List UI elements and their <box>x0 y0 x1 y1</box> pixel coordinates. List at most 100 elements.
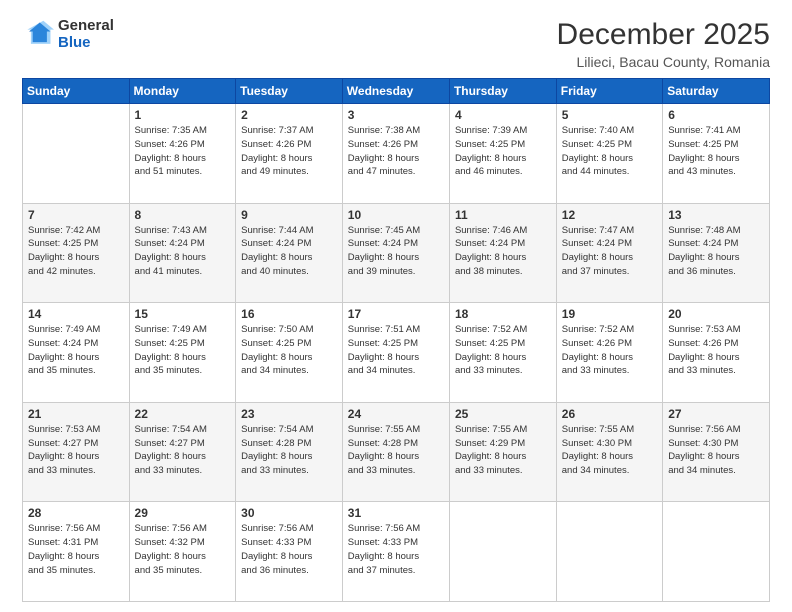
day-number: 19 <box>562 307 657 321</box>
calendar-cell: 12Sunrise: 7:47 AMSunset: 4:24 PMDayligh… <box>556 203 662 303</box>
day-number: 15 <box>135 307 231 321</box>
day-number: 7 <box>28 208 124 222</box>
day-info: Sunrise: 7:54 AMSunset: 4:28 PMDaylight:… <box>241 423 337 478</box>
day-number: 26 <box>562 407 657 421</box>
day-info: Sunrise: 7:56 AMSunset: 4:32 PMDaylight:… <box>135 522 231 577</box>
day-number: 6 <box>668 108 764 122</box>
day-number: 28 <box>28 506 124 520</box>
calendar-cell: 8Sunrise: 7:43 AMSunset: 4:24 PMDaylight… <box>129 203 236 303</box>
calendar-cell: 20Sunrise: 7:53 AMSunset: 4:26 PMDayligh… <box>663 303 770 403</box>
calendar-cell: 2 Sunrise: 7:37 AMSunset: 4:26 PMDaylight… <box>236 104 343 204</box>
title-block: December 2025 Lilieci, Bacau County, Rom… <box>557 18 770 70</box>
day-number: 31 <box>348 506 444 520</box>
calendar-cell: 30 Sunrise: 7:56 AMSunset: 4:33 PMDayligh… <box>236 502 343 602</box>
day-number: 10 <box>348 208 444 222</box>
day-number: 4 <box>455 108 551 122</box>
calendar-cell: 28 Sunrise: 7:56 AMSunset: 4:31 PMDayligh… <box>23 502 130 602</box>
calendar: SundayMondayTuesdayWednesdayThursdayFrid… <box>22 78 770 602</box>
logo-text: General Blue <box>58 18 114 51</box>
day-number: 20 <box>668 307 764 321</box>
day-info: Sunrise: 7:40 AMSunset: 4:25 PMDaylight:… <box>562 124 657 179</box>
day-info: Sunrise: 7:54 AMSunset: 4:27 PMDaylight:… <box>135 423 231 478</box>
day-info: Sunrise: 7:50 AMSunset: 4:25 PMDaylight:… <box>241 323 337 378</box>
day-number: 23 <box>241 407 337 421</box>
calendar-cell: 25Sunrise: 7:55 AMSunset: 4:29 PMDayligh… <box>449 402 556 502</box>
day-info: Sunrise: 7:47 AMSunset: 4:24 PMDaylight:… <box>562 224 657 279</box>
day-info: Sunrise: 7:37 AMSunset: 4:26 PMDaylight:… <box>241 124 337 179</box>
day-info: Sunrise: 7:52 AMSunset: 4:25 PMDaylight:… <box>455 323 551 378</box>
day-info: Sunrise: 7:42 AMSunset: 4:25 PMDaylight:… <box>28 224 124 279</box>
day-number: 2 <box>241 108 337 122</box>
day-header-friday: Friday <box>556 79 662 104</box>
calendar-cell: 27 Sunrise: 7:56 AMSunset: 4:30 PMDayligh… <box>663 402 770 502</box>
calendar-cell: 17 Sunrise: 7:51 AMSunset: 4:25 PMDayligh… <box>342 303 449 403</box>
calendar-cell: 10 Sunrise: 7:45 AMSunset: 4:24 PMDayligh… <box>342 203 449 303</box>
day-info: Sunrise: 7:56 AMSunset: 4:31 PMDaylight:… <box>28 522 124 577</box>
day-info: Sunrise: 7:49 AMSunset: 4:25 PMDaylight:… <box>135 323 231 378</box>
day-info: Sunrise: 7:51 AMSunset: 4:25 PMDaylight:… <box>348 323 444 378</box>
day-info: Sunrise: 7:55 AMSunset: 4:28 PMDaylight:… <box>348 423 444 478</box>
calendar-cell: 31 Sunrise: 7:56 AMSunset: 4:33 PMDayligh… <box>342 502 449 602</box>
calendar-cell: 3 Sunrise: 7:38 AMSunset: 4:26 PMDaylight… <box>342 104 449 204</box>
day-info: Sunrise: 7:56 AMSunset: 4:30 PMDaylight:… <box>668 423 764 478</box>
day-number: 21 <box>28 407 124 421</box>
week-row-1: 7 Sunrise: 7:42 AMSunset: 4:25 PMDaylight… <box>23 203 770 303</box>
calendar-cell: 7 Sunrise: 7:42 AMSunset: 4:25 PMDaylight… <box>23 203 130 303</box>
calendar-cell: 9 Sunrise: 7:44 AMSunset: 4:24 PMDaylight… <box>236 203 343 303</box>
day-header-sunday: Sunday <box>23 79 130 104</box>
calendar-cell <box>449 502 556 602</box>
day-number: 17 <box>348 307 444 321</box>
day-number: 29 <box>135 506 231 520</box>
page: General Blue December 2025 Lilieci, Baca… <box>0 0 792 612</box>
day-info: Sunrise: 7:35 AMSunset: 4:26 PMDaylight:… <box>135 124 231 179</box>
day-header-tuesday: Tuesday <box>236 79 343 104</box>
day-info: Sunrise: 7:41 AMSunset: 4:25 PMDaylight:… <box>668 124 764 179</box>
calendar-cell: 26Sunrise: 7:55 AMSunset: 4:30 PMDayligh… <box>556 402 662 502</box>
calendar-cell <box>663 502 770 602</box>
day-number: 9 <box>241 208 337 222</box>
calendar-cell: 18Sunrise: 7:52 AMSunset: 4:25 PMDayligh… <box>449 303 556 403</box>
logo-icon <box>22 19 54 51</box>
week-row-0: 1 Sunrise: 7:35 AMSunset: 4:26 PMDaylight… <box>23 104 770 204</box>
day-info: Sunrise: 7:45 AMSunset: 4:24 PMDaylight:… <box>348 224 444 279</box>
day-info: Sunrise: 7:52 AMSunset: 4:26 PMDaylight:… <box>562 323 657 378</box>
week-row-2: 14 Sunrise: 7:49 AMSunset: 4:24 PMDayligh… <box>23 303 770 403</box>
calendar-cell: 24Sunrise: 7:55 AMSunset: 4:28 PMDayligh… <box>342 402 449 502</box>
day-info: Sunrise: 7:55 AMSunset: 4:29 PMDaylight:… <box>455 423 551 478</box>
day-number: 11 <box>455 208 551 222</box>
day-number: 22 <box>135 407 231 421</box>
day-number: 30 <box>241 506 337 520</box>
calendar-cell: 29 Sunrise: 7:56 AMSunset: 4:32 PMDayligh… <box>129 502 236 602</box>
day-header-thursday: Thursday <box>449 79 556 104</box>
day-info: Sunrise: 7:39 AMSunset: 4:25 PMDaylight:… <box>455 124 551 179</box>
calendar-cell: 15 Sunrise: 7:49 AMSunset: 4:25 PMDayligh… <box>129 303 236 403</box>
calendar-header: SundayMondayTuesdayWednesdayThursdayFrid… <box>23 79 770 104</box>
calendar-cell: 4 Sunrise: 7:39 AMSunset: 4:25 PMDaylight… <box>449 104 556 204</box>
calendar-cell: 23 Sunrise: 7:54 AMSunset: 4:28 PMDayligh… <box>236 402 343 502</box>
calendar-cell: 11 Sunrise: 7:46 AMSunset: 4:24 PMDayligh… <box>449 203 556 303</box>
calendar-cell: 13 Sunrise: 7:48 AMSunset: 4:24 PMDayligh… <box>663 203 770 303</box>
day-info: Sunrise: 7:56 AMSunset: 4:33 PMDaylight:… <box>348 522 444 577</box>
day-number: 3 <box>348 108 444 122</box>
day-info: Sunrise: 7:56 AMSunset: 4:33 PMDaylight:… <box>241 522 337 577</box>
day-number: 16 <box>241 307 337 321</box>
day-number: 27 <box>668 407 764 421</box>
day-info: Sunrise: 7:46 AMSunset: 4:24 PMDaylight:… <box>455 224 551 279</box>
week-row-4: 28 Sunrise: 7:56 AMSunset: 4:31 PMDayligh… <box>23 502 770 602</box>
day-header-row: SundayMondayTuesdayWednesdayThursdayFrid… <box>23 79 770 104</box>
calendar-cell <box>556 502 662 602</box>
week-row-3: 21Sunrise: 7:53 AMSunset: 4:27 PMDayligh… <box>23 402 770 502</box>
day-header-wednesday: Wednesday <box>342 79 449 104</box>
day-info: Sunrise: 7:44 AMSunset: 4:24 PMDaylight:… <box>241 224 337 279</box>
calendar-cell: 5 Sunrise: 7:40 AMSunset: 4:25 PMDaylight… <box>556 104 662 204</box>
calendar-cell: 14 Sunrise: 7:49 AMSunset: 4:24 PMDayligh… <box>23 303 130 403</box>
day-info: Sunrise: 7:43 AMSunset: 4:24 PMDaylight:… <box>135 224 231 279</box>
day-number: 13 <box>668 208 764 222</box>
day-number: 1 <box>135 108 231 122</box>
day-info: Sunrise: 7:49 AMSunset: 4:24 PMDaylight:… <box>28 323 124 378</box>
calendar-cell: 19 Sunrise: 7:52 AMSunset: 4:26 PMDayligh… <box>556 303 662 403</box>
day-info: Sunrise: 7:38 AMSunset: 4:26 PMDaylight:… <box>348 124 444 179</box>
day-number: 5 <box>562 108 657 122</box>
day-info: Sunrise: 7:48 AMSunset: 4:24 PMDaylight:… <box>668 224 764 279</box>
day-number: 14 <box>28 307 124 321</box>
